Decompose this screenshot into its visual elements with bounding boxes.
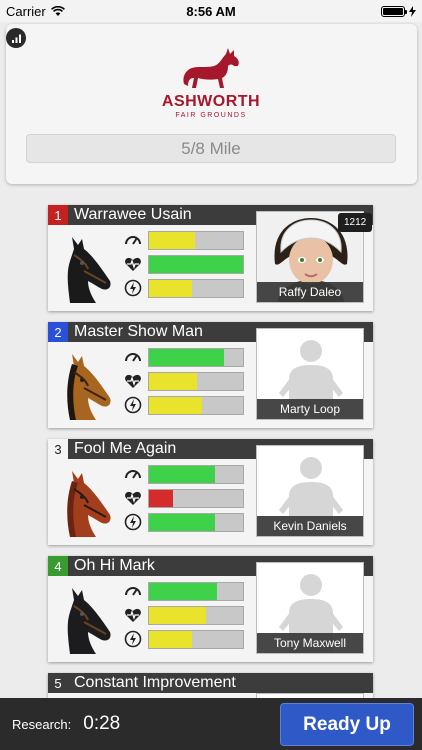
logo-title: ASHWORTH xyxy=(161,93,261,110)
stamina-heart-icon xyxy=(125,257,141,271)
bottom-bar: Research: 0:28 Ready Up xyxy=(0,698,422,750)
stamina-bar xyxy=(148,489,244,508)
horse-logo-icon xyxy=(183,48,239,88)
speed-bar-fill xyxy=(149,232,196,249)
horse-card-2[interactable]: 2 Master Show Man Marty Loop xyxy=(48,322,373,428)
jockey-rating-badge: 1212 xyxy=(338,213,373,232)
post-number: 3 xyxy=(48,439,68,459)
speed-bar-fill xyxy=(149,466,215,483)
charging-bolt-icon xyxy=(409,5,416,17)
stats-button[interactable] xyxy=(6,28,26,48)
energy-bar xyxy=(148,630,244,649)
ready-up-button[interactable]: Ready Up xyxy=(280,703,414,746)
post-number: 5 xyxy=(48,673,68,693)
stat-bars xyxy=(148,582,244,654)
horse-card-3[interactable]: 3 Fool Me Again Kevin Daniels xyxy=(48,439,373,545)
horse-card-1[interactable]: 1 Warrawee Usain Raffy Daleo 1212 xyxy=(48,205,373,311)
energy-bar xyxy=(148,279,244,298)
race-distance: 5/8 Mile xyxy=(26,134,396,163)
research-label: Research: xyxy=(12,716,72,732)
speed-icon xyxy=(125,353,141,362)
stamina-bar-fill xyxy=(149,373,197,390)
energy-bolt-icon xyxy=(124,513,142,531)
horse-name: Master Show Man xyxy=(74,323,203,340)
track-logo: ASHWORTH FAIR GROUNDS xyxy=(0,46,422,119)
stamina-bar xyxy=(148,255,244,274)
speed-bar xyxy=(148,231,244,250)
speed-icon xyxy=(125,236,141,245)
horse-portrait xyxy=(67,354,111,420)
horse-portrait xyxy=(67,588,111,654)
energy-bar-fill xyxy=(149,631,193,648)
stamina-bar xyxy=(148,606,244,625)
speed-icon xyxy=(125,587,141,596)
stamina-heart-icon xyxy=(125,491,141,505)
horse-card-header: 5 Constant Improvement xyxy=(48,673,373,693)
stamina-bar-fill xyxy=(149,490,174,507)
speed-bar-fill xyxy=(149,583,217,600)
post-number: 4 xyxy=(48,556,68,576)
stamina-bar-fill xyxy=(149,256,243,273)
energy-bar xyxy=(148,513,244,532)
jockey-name: Raffy Daleo xyxy=(257,282,363,302)
jockey-portrait[interactable]: Marty Loop xyxy=(256,328,364,420)
wifi-icon xyxy=(50,5,65,16)
bar-chart-icon xyxy=(11,34,21,43)
post-number: 2 xyxy=(48,322,68,342)
stamina-heart-icon xyxy=(125,608,141,622)
stat-bars xyxy=(148,231,244,303)
energy-bar xyxy=(148,396,244,415)
jockey-name: Tony Maxwell xyxy=(257,633,363,653)
post-number: 1 xyxy=(48,205,68,225)
energy-bar-fill xyxy=(149,280,193,297)
energy-bar-fill xyxy=(149,397,202,414)
energy-bolt-icon xyxy=(124,279,142,297)
speed-icon xyxy=(125,470,141,479)
horse-name: Fool Me Again xyxy=(74,440,177,457)
energy-bolt-icon xyxy=(124,396,142,414)
battery-icon xyxy=(381,5,407,17)
stamina-bar-fill xyxy=(149,607,207,624)
speed-bar xyxy=(148,582,244,601)
status-bar: Carrier 8:56 AM xyxy=(0,0,422,22)
stat-bars xyxy=(148,465,244,537)
horse-name: Constant Improvement xyxy=(74,674,236,691)
stat-bars xyxy=(148,348,244,420)
speed-bar xyxy=(148,465,244,484)
horse-portrait xyxy=(67,237,111,303)
research-timer: 0:28 xyxy=(83,713,121,734)
logo-subtitle: FAIR GROUNDS xyxy=(175,112,247,119)
stamina-heart-icon xyxy=(125,374,141,388)
energy-bar-fill xyxy=(149,514,215,531)
energy-bolt-icon xyxy=(124,630,142,648)
horse-portrait xyxy=(67,471,111,537)
speed-bar-fill xyxy=(149,349,225,366)
horse-name: Warrawee Usain xyxy=(74,206,192,223)
jockey-name: Marty Loop xyxy=(257,399,363,419)
jockey-name: Kevin Daniels xyxy=(257,516,363,536)
speed-bar xyxy=(148,348,244,367)
jockey-portrait[interactable]: Tony Maxwell xyxy=(256,562,364,654)
horse-name: Oh Hi Mark xyxy=(74,557,155,574)
stamina-bar xyxy=(148,372,244,391)
horse-card-4[interactable]: 4 Oh Hi Mark Tony Maxwell xyxy=(48,556,373,662)
jockey-portrait[interactable]: Kevin Daniels xyxy=(256,445,364,537)
carrier-label: Carrier xyxy=(6,3,46,19)
